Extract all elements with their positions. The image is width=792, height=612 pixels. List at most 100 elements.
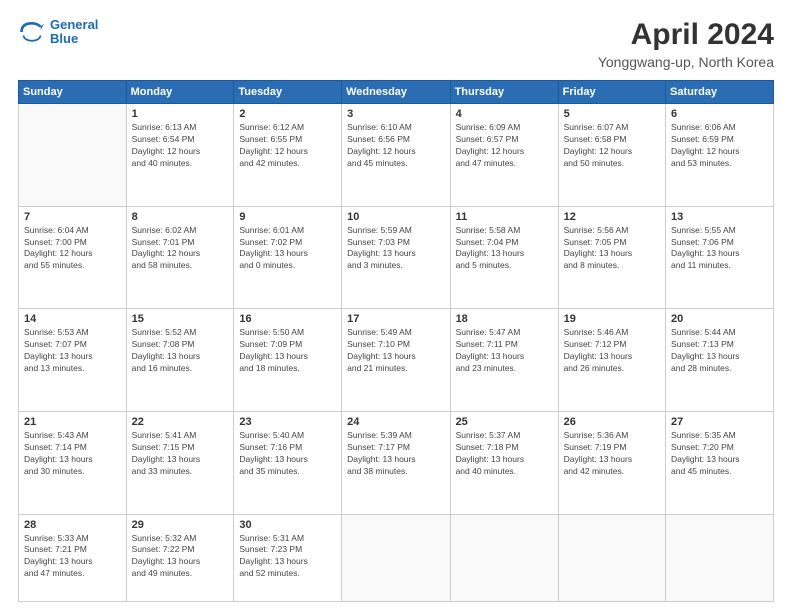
day-info: Sunrise: 6:04 AM Sunset: 7:00 PM Dayligh… — [24, 225, 121, 273]
day-info: Sunrise: 5:55 AM Sunset: 7:06 PM Dayligh… — [671, 225, 768, 273]
day-number: 15 — [132, 313, 229, 325]
day-info: Sunrise: 5:36 AM Sunset: 7:19 PM Dayligh… — [564, 430, 660, 478]
day-info: Sunrise: 5:33 AM Sunset: 7:21 PM Dayligh… — [24, 533, 121, 581]
calendar: SundayMondayTuesdayWednesdayThursdayFrid… — [18, 80, 774, 602]
day-info: Sunrise: 6:09 AM Sunset: 6:57 PM Dayligh… — [456, 122, 553, 170]
calendar-cell: 27 Sunrise: 5:35 AM Sunset: 7:20 PM Dayli… — [666, 411, 774, 514]
calendar-header-sunday: Sunday — [19, 81, 127, 104]
day-number: 17 — [347, 313, 444, 325]
logo-icon — [18, 18, 46, 46]
day-number: 19 — [564, 313, 660, 325]
day-number: 26 — [564, 416, 660, 428]
day-info: Sunrise: 5:50 AM Sunset: 7:09 PM Dayligh… — [239, 327, 336, 375]
day-number: 7 — [24, 211, 121, 223]
calendar-cell: 19 Sunrise: 5:46 AM Sunset: 7:12 PM Dayli… — [558, 309, 665, 412]
day-number: 24 — [347, 416, 444, 428]
day-info: Sunrise: 5:35 AM Sunset: 7:20 PM Dayligh… — [671, 430, 768, 478]
logo-line1: General — [50, 17, 98, 32]
day-number: 1 — [132, 108, 229, 120]
day-info: Sunrise: 5:41 AM Sunset: 7:15 PM Dayligh… — [132, 430, 229, 478]
day-number: 28 — [24, 519, 121, 531]
calendar-cell — [450, 514, 558, 602]
calendar-cell: 30 Sunrise: 5:31 AM Sunset: 7:23 PM Dayli… — [234, 514, 342, 602]
day-info: Sunrise: 6:01 AM Sunset: 7:02 PM Dayligh… — [239, 225, 336, 273]
day-info: Sunrise: 5:49 AM Sunset: 7:10 PM Dayligh… — [347, 327, 444, 375]
sub-title: Yonggwang-up, North Korea — [598, 54, 774, 70]
calendar-header-tuesday: Tuesday — [234, 81, 342, 104]
calendar-cell — [19, 104, 127, 207]
calendar-cell: 4 Sunrise: 6:09 AM Sunset: 6:57 PM Daylig… — [450, 104, 558, 207]
calendar-cell: 16 Sunrise: 5:50 AM Sunset: 7:09 PM Dayli… — [234, 309, 342, 412]
day-info: Sunrise: 5:59 AM Sunset: 7:03 PM Dayligh… — [347, 225, 444, 273]
calendar-cell: 5 Sunrise: 6:07 AM Sunset: 6:58 PM Daylig… — [558, 104, 665, 207]
calendar-cell: 17 Sunrise: 5:49 AM Sunset: 7:10 PM Dayli… — [342, 309, 450, 412]
day-number: 16 — [239, 313, 336, 325]
calendar-header-friday: Friday — [558, 81, 665, 104]
calendar-week-2: 7 Sunrise: 6:04 AM Sunset: 7:00 PM Daylig… — [19, 206, 774, 309]
calendar-cell: 11Sunrise: 5:58 AM Sunset: 7:04 PM Dayli… — [450, 206, 558, 309]
day-number: 13 — [671, 211, 768, 223]
calendar-cell: 14Sunrise: 5:53 AM Sunset: 7:07 PM Dayli… — [19, 309, 127, 412]
day-info: Sunrise: 6:02 AM Sunset: 7:01 PM Dayligh… — [132, 225, 229, 273]
calendar-header-thursday: Thursday — [450, 81, 558, 104]
calendar-cell: 13 Sunrise: 5:55 AM Sunset: 7:06 PM Dayli… — [666, 206, 774, 309]
calendar-week-5: 28 Sunrise: 5:33 AM Sunset: 7:21 PM Dayli… — [19, 514, 774, 602]
calendar-header-row: SundayMondayTuesdayWednesdayThursdayFrid… — [19, 81, 774, 104]
calendar-cell: 23 Sunrise: 5:40 AM Sunset: 7:16 PM Dayli… — [234, 411, 342, 514]
calendar-cell: 22 Sunrise: 5:41 AM Sunset: 7:15 PM Dayli… — [126, 411, 234, 514]
day-info: Sunrise: 5:46 AM Sunset: 7:12 PM Dayligh… — [564, 327, 660, 375]
calendar-cell: 29 Sunrise: 5:32 AM Sunset: 7:22 PM Dayli… — [126, 514, 234, 602]
day-number: 29 — [132, 519, 229, 531]
day-info: Sunrise: 5:40 AM Sunset: 7:16 PM Dayligh… — [239, 430, 336, 478]
day-info: Sunrise: 6:12 AM Sunset: 6:55 PM Dayligh… — [239, 122, 336, 170]
day-number: 3 — [347, 108, 444, 120]
day-number: 23 — [239, 416, 336, 428]
day-info: Sunrise: 6:06 AM Sunset: 6:59 PM Dayligh… — [671, 122, 768, 170]
day-number: 21 — [24, 416, 121, 428]
calendar-cell: 8Sunrise: 6:02 AM Sunset: 7:01 PM Daylig… — [126, 206, 234, 309]
logo: General Blue — [18, 18, 98, 47]
logo-line2: Blue — [50, 31, 78, 46]
day-info: Sunrise: 5:47 AM Sunset: 7:11 PM Dayligh… — [456, 327, 553, 375]
calendar-week-1: 1 Sunrise: 6:13 AM Sunset: 6:54 PM Daylig… — [19, 104, 774, 207]
calendar-cell: 25Sunrise: 5:37 AM Sunset: 7:18 PM Dayli… — [450, 411, 558, 514]
day-info: Sunrise: 6:07 AM Sunset: 6:58 PM Dayligh… — [564, 122, 660, 170]
day-number: 2 — [239, 108, 336, 120]
page: General Blue April 2024 Yonggwang-up, No… — [0, 0, 792, 612]
day-info: Sunrise: 5:56 AM Sunset: 7:05 PM Dayligh… — [564, 225, 660, 273]
calendar-header-saturday: Saturday — [666, 81, 774, 104]
main-title: April 2024 — [598, 18, 774, 52]
day-number: 5 — [564, 108, 660, 120]
calendar-header-monday: Monday — [126, 81, 234, 104]
day-info: Sunrise: 6:13 AM Sunset: 6:54 PM Dayligh… — [132, 122, 229, 170]
day-info: Sunrise: 5:43 AM Sunset: 7:14 PM Dayligh… — [24, 430, 121, 478]
day-number: 27 — [671, 416, 768, 428]
day-info: Sunrise: 5:53 AM Sunset: 7:07 PM Dayligh… — [24, 327, 121, 375]
day-number: 4 — [456, 108, 553, 120]
day-info: Sunrise: 5:32 AM Sunset: 7:22 PM Dayligh… — [132, 533, 229, 581]
title-block: April 2024 Yonggwang-up, North Korea — [598, 18, 774, 70]
day-info: Sunrise: 5:44 AM Sunset: 7:13 PM Dayligh… — [671, 327, 768, 375]
calendar-cell: 28 Sunrise: 5:33 AM Sunset: 7:21 PM Dayli… — [19, 514, 127, 602]
calendar-cell: 20 Sunrise: 5:44 AM Sunset: 7:13 PM Dayli… — [666, 309, 774, 412]
calendar-cell: 18Sunrise: 5:47 AM Sunset: 7:11 PM Dayli… — [450, 309, 558, 412]
day-number: 30 — [239, 519, 336, 531]
calendar-cell: 1 Sunrise: 6:13 AM Sunset: 6:54 PM Daylig… — [126, 104, 234, 207]
day-info: Sunrise: 5:52 AM Sunset: 7:08 PM Dayligh… — [132, 327, 229, 375]
day-number: 22 — [132, 416, 229, 428]
day-number: 12 — [564, 211, 660, 223]
calendar-cell: 3 Sunrise: 6:10 AM Sunset: 6:56 PM Daylig… — [342, 104, 450, 207]
calendar-cell: 21 Sunrise: 5:43 AM Sunset: 7:14 PM Dayli… — [19, 411, 127, 514]
calendar-cell: 2 Sunrise: 6:12 AM Sunset: 6:55 PM Daylig… — [234, 104, 342, 207]
logo-text: General Blue — [50, 18, 98, 47]
calendar-cell: 7 Sunrise: 6:04 AM Sunset: 7:00 PM Daylig… — [19, 206, 127, 309]
day-info: Sunrise: 5:31 AM Sunset: 7:23 PM Dayligh… — [239, 533, 336, 581]
calendar-cell — [342, 514, 450, 602]
day-number: 25 — [456, 416, 553, 428]
calendar-cell — [666, 514, 774, 602]
calendar-cell — [558, 514, 665, 602]
calendar-header-wednesday: Wednesday — [342, 81, 450, 104]
day-info: Sunrise: 6:10 AM Sunset: 6:56 PM Dayligh… — [347, 122, 444, 170]
calendar-cell: 9Sunrise: 6:01 AM Sunset: 7:02 PM Daylig… — [234, 206, 342, 309]
day-number: 20 — [671, 313, 768, 325]
